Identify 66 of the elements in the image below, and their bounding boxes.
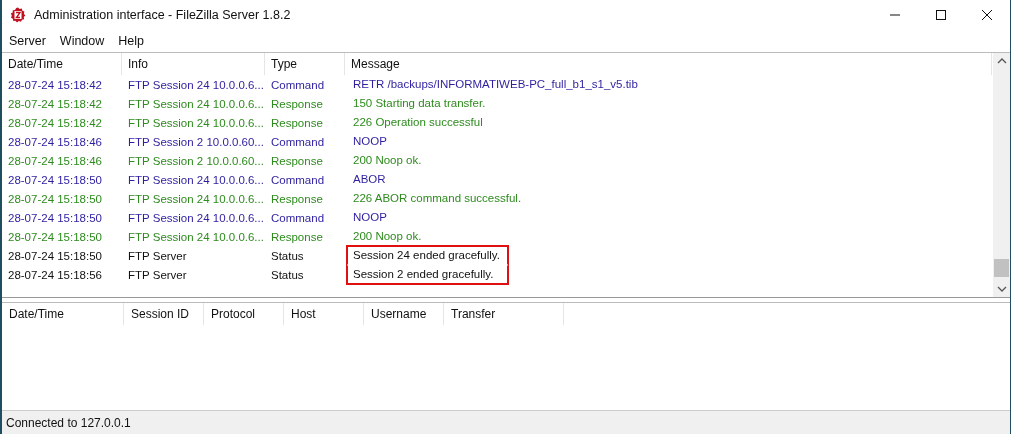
scroll-up-icon[interactable] [996,58,1007,64]
column-header[interactable]: Date/Time [2,53,122,75]
table-cell-text: NOOP [352,134,388,149]
column-header[interactable]: Username [364,303,444,325]
table-cell-text: 28-07-24 15:18:50 [7,249,103,262]
scroll-down-icon[interactable] [996,286,1007,292]
table-cell-text: FTP Session 24 10.0.0.6... [127,78,265,91]
table-cell-text: FTP Session 24 10.0.0.6... [127,230,265,243]
table-cell-text: FTP Server [127,249,188,262]
table-cell-text: FTP Server [127,268,188,281]
column-header[interactable]: Transfer [444,303,564,325]
table-cell-text: 200 Noop ok. [352,153,423,168]
table-cell-text: 28-07-24 15:18:42 [7,116,103,129]
app-logo-icon [10,7,26,23]
table-cell-text: 28-07-24 15:18:50 [7,173,103,186]
table-cell-text: 150 Starting data transfer. [352,96,487,111]
table-cell-text: Response [270,116,324,129]
scrollbar[interactable] [993,53,1010,297]
table-cell-text: FTP Session 2 10.0.0.60... [127,135,265,148]
column-header[interactable]: Message [345,53,992,75]
menu-item[interactable]: Server [2,34,53,48]
column-header[interactable]: Session ID [124,303,204,325]
table-cell-text: FTP Session 24 10.0.0.6... [127,173,265,186]
status-text: Connected to 127.0.0.1 [6,415,131,430]
table-cell-text: Command [270,173,326,186]
close-icon [982,10,992,20]
table-cell: Session 2 ended gracefully. [346,264,509,285]
column-header[interactable]: Host [284,303,364,325]
window-title: Administration interface - FileZilla Server 1.8.2 [34,8,292,22]
table-cell-text: NOOP [352,210,388,225]
table-cell-text: FTP Session 2 10.0.0.60... [127,154,265,167]
table-cell-text: RETR /backups/INFORMATIWEB-PC_full_b1_s1_v5.tib [352,77,639,92]
table-cell-text: 28-07-24 15:18:46 [7,135,103,148]
column-header[interactable]: Date/Time [2,303,124,325]
table-cell-text: FTP Session 24 10.0.0.6... [127,116,265,129]
table-cell-text: FTP Session 24 10.0.0.6... [127,192,265,205]
table-cell-text: 28-07-24 15:18:50 [7,192,103,205]
maximize-icon [936,10,946,20]
table-cell-text: Response [270,192,324,205]
column-header[interactable]: Protocol [204,303,284,325]
table-cell-text: FTP Session 24 10.0.0.6... [127,97,265,110]
table-cell-text: Response [270,230,324,243]
table-cell-text: 28-07-24 15:18:50 [7,230,103,243]
menu-item[interactable]: Window [52,34,112,48]
table-cell-text: 28-07-24 15:18:50 [7,211,103,224]
scroll-thumb[interactable] [994,259,1009,277]
table-cell-text: 226 ABOR command successful. [352,191,523,206]
table-cell-text: 28-07-24 15:18:42 [7,78,103,91]
table-cell-text: 28-07-24 15:18:42 [7,97,103,110]
column-header[interactable]: Type [265,53,345,75]
table-cell-text: Command [270,135,326,148]
table-cell-text: Command [270,211,326,224]
table-cell-text: FTP Session 24 10.0.0.6... [127,211,265,224]
table-cell-text: Response [270,97,324,110]
table-cell-text: Response [270,154,324,167]
table-cell-text: Status [270,249,305,262]
table-cell-text: 28-07-24 15:18:56 [7,268,103,281]
table-cell-text: 200 Noop ok. [352,229,423,244]
column-header[interactable]: Info [122,53,265,75]
table-cell-text: ABOR [352,172,387,187]
menu-item[interactable]: Help [111,34,151,48]
table-cell-text: 226 Operation successful [352,115,484,130]
table-cell-text: 28-07-24 15:18:46 [7,154,103,167]
table-cell: Session 24 ended gracefully. [346,245,509,266]
table-cell-text: Command [270,78,326,91]
table-cell-text: Status [270,268,305,281]
